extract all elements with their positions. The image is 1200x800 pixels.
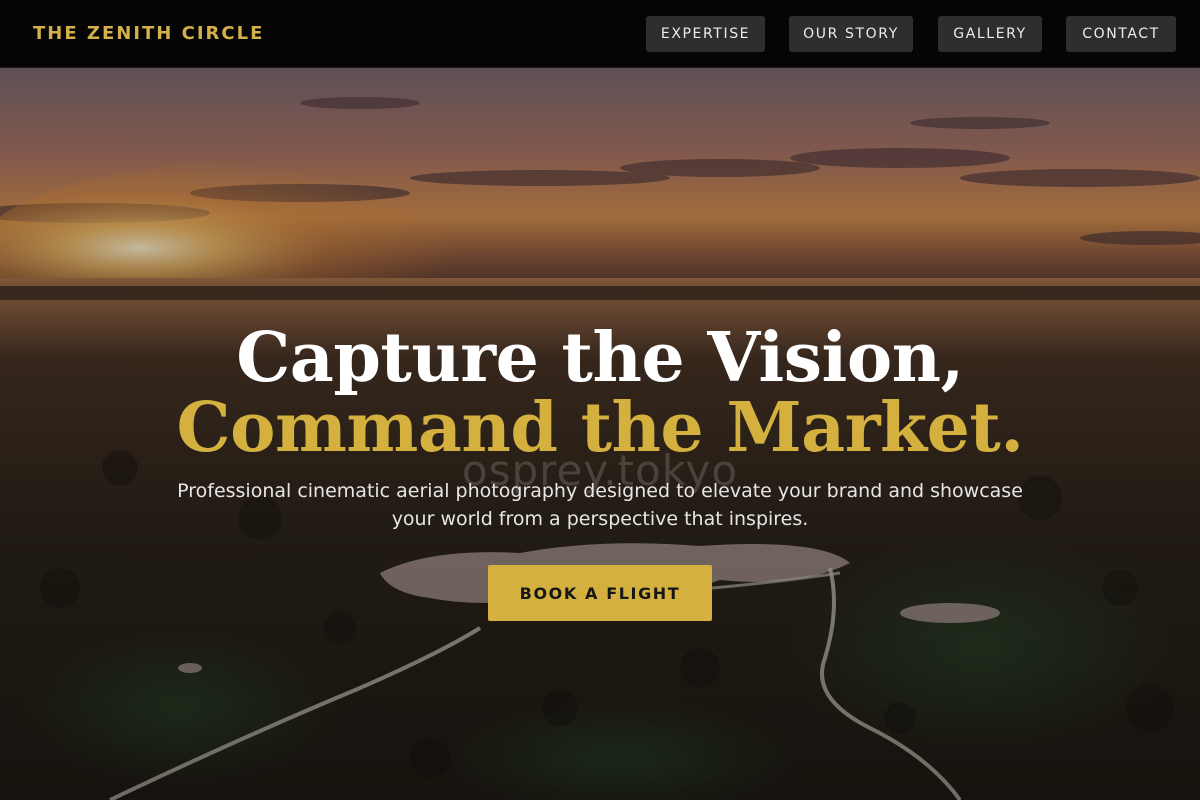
nav-link-contact[interactable]: CONTACT bbox=[1066, 16, 1176, 52]
hero-headline-line1: Capture the Vision, bbox=[236, 318, 964, 398]
nav-link-our-story[interactable]: OUR STORY bbox=[789, 16, 913, 52]
nav-links: EXPERTISE OUR STORY GALLERY CONTACT bbox=[0, 16, 1200, 52]
book-a-flight-button[interactable]: BOOK A FLIGHT bbox=[488, 565, 712, 621]
nav-link-gallery[interactable]: GALLERY bbox=[938, 16, 1042, 52]
top-navbar: THE ZENITH CIRCLE EXPERTISE OUR STORY GA… bbox=[0, 0, 1200, 68]
nav-link-expertise[interactable]: EXPERTISE bbox=[646, 16, 765, 52]
hero-subtitle: Professional cinematic aerial photograph… bbox=[177, 480, 1023, 530]
hero-section: Capture the Vision, Command the Market. … bbox=[0, 68, 1200, 800]
